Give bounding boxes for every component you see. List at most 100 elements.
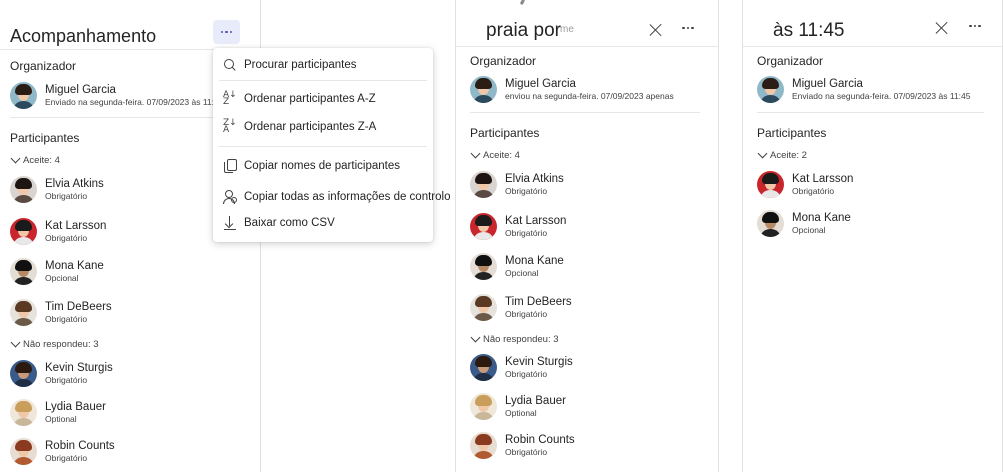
avatar — [470, 294, 497, 321]
list-item[interactable]: Elvia Atkins Obrigatório — [10, 176, 104, 203]
list-item[interactable]: Kat Larsson Obrigatório — [10, 218, 106, 245]
list-item[interactable]: Lydia Bauer Optional — [10, 399, 106, 426]
person-sub: Obrigatório — [505, 308, 548, 319]
avatar — [10, 82, 37, 109]
person-sub: Obrigatório — [505, 368, 548, 379]
person-sub: Obrigatório — [505, 227, 548, 238]
tracking-panel-3: às 11:45 Organizador Miguel Garcia Enviad… — [742, 0, 1003, 472]
more-options-button[interactable] — [676, 18, 700, 38]
avatar — [10, 399, 37, 426]
close-button[interactable] — [932, 18, 952, 38]
participants-label: Participantes — [757, 126, 827, 140]
menu-item-download-csv[interactable]: Baixar como CSV — [213, 212, 433, 234]
person-name: Mona Kane — [505, 254, 564, 267]
menu-item-copy-names[interactable]: Copiar nomes de participantes — [213, 155, 433, 177]
group-toggle-accepted[interactable]: Aceite: 2 — [757, 148, 807, 161]
avatar — [470, 354, 497, 381]
list-item[interactable]: Mona Kane Opcional — [10, 258, 104, 285]
person-name: Elvia Atkins — [505, 172, 564, 185]
participants-label: Participantes — [10, 131, 80, 145]
menu-divider — [219, 146, 427, 147]
person-name: Miguel Garcia — [505, 77, 576, 90]
download-icon — [223, 216, 237, 231]
organizer-row[interactable]: Miguel Garcia Enviado na segunda-feira. 0… — [10, 82, 231, 109]
header-divider — [743, 46, 1002, 47]
person-name: Mona Kane — [45, 259, 104, 272]
menu-item-label: Ordenar participantes Z-A — [244, 121, 377, 133]
section-divider — [757, 112, 984, 113]
avatar — [470, 76, 497, 103]
chevron-down-icon — [470, 148, 481, 159]
list-item[interactable]: Tim DeBeers Obrigatório — [10, 299, 112, 326]
person-name: Robin Counts — [505, 433, 575, 446]
person-name: Lydia Bauer — [505, 394, 566, 407]
person-sub: Opcional — [45, 272, 79, 283]
section-divider — [470, 112, 700, 113]
list-item[interactable]: Lydia Bauer Optional — [470, 393, 566, 420]
list-item[interactable]: Kevin Sturgis Obrigatório — [10, 360, 113, 387]
chevron-down-icon — [10, 337, 21, 348]
person-sub: Enviado na segunda-feira. 07/09/2023 às … — [45, 96, 232, 107]
group-label: Aceite: 4 — [23, 155, 60, 166]
menu-item-copy-all-info[interactable]: Copiar todas as informações de controlo — [213, 186, 450, 208]
menu-item-search-participants[interactable]: Procurar participantes — [213, 54, 433, 76]
person-name: Kevin Sturgis — [505, 355, 573, 368]
organizer-label: Organizador — [10, 59, 77, 73]
header-divider — [456, 46, 718, 47]
group-toggle-no-response[interactable]: Não respondeu: 3 — [470, 332, 559, 345]
avatar — [470, 213, 497, 240]
list-item[interactable]: Elvia Atkins Obrigatório — [470, 171, 564, 198]
avatar — [10, 299, 37, 326]
person-name: Miguel Garcia — [45, 83, 116, 96]
person-sub: Obrigatório — [45, 313, 88, 324]
list-item[interactable]: Kat Larsson Obrigatório — [470, 213, 566, 240]
person-name: Robin Counts — [45, 439, 115, 452]
list-item[interactable]: Tim DeBeers Obrigatório — [470, 294, 572, 321]
person-name: Tim DeBeers — [45, 300, 112, 313]
person-sub: Obrigatório — [505, 446, 548, 457]
menu-item-sort-za[interactable]: Z↓ A Ordenar participantes Z-A — [213, 116, 433, 138]
tracking-panel-2: praia por me Organizador Miguel Garcia en… — [455, 0, 719, 472]
person-name: Miguel Garcia — [792, 77, 863, 90]
section-divider — [10, 117, 242, 118]
menu-item-label: Ordenar participantes A-Z — [244, 93, 376, 105]
group-toggle-no-response[interactable]: Não respondeu: 3 — [10, 337, 99, 350]
list-item[interactable]: Kevin Sturgis Obrigatório — [470, 354, 573, 381]
more-icon — [220, 30, 233, 34]
person-name: Kevin Sturgis — [45, 361, 113, 374]
more-options-button[interactable] — [213, 20, 240, 44]
search-icon — [223, 58, 237, 72]
avatar — [757, 76, 784, 103]
person-sub: Obrigatório — [505, 185, 548, 196]
panel-title: praia por — [486, 20, 561, 41]
person-name: Kat Larsson — [792, 172, 854, 185]
group-label: Não respondeu: 3 — [483, 334, 559, 345]
menu-item-label: Baixar como CSV — [244, 217, 335, 229]
organizer-row[interactable]: Miguel Garcia enviou na segunda-feira. 07… — [470, 76, 674, 103]
menu-item-label: Procurar participantes — [244, 59, 357, 71]
avatar — [10, 218, 37, 245]
avatar — [757, 171, 784, 198]
person-sub: Obrigatório — [45, 232, 88, 243]
group-toggle-accepted[interactable]: Aceite: 4 — [10, 153, 60, 166]
avatar — [470, 393, 497, 420]
group-toggle-accepted[interactable]: Aceite: 4 — [470, 148, 520, 161]
person-sub: Obrigatório — [792, 185, 835, 196]
organizer-label: Organizador — [470, 54, 537, 68]
person-sub: Optional — [45, 413, 77, 424]
more-options-button[interactable] — [963, 16, 987, 36]
menu-item-label: Copiar todas as informações de controlo — [244, 191, 451, 203]
organizer-label: Organizador — [757, 54, 824, 68]
person-name: Kat Larsson — [505, 214, 567, 227]
organizer-row[interactable]: Miguel Garcia Enviado na segunda-feira. 0… — [757, 76, 970, 103]
list-item[interactable]: Mona Kane Opcional — [470, 253, 564, 280]
list-item[interactable]: Robin Counts Obrigatório — [10, 438, 115, 465]
list-item[interactable]: Kat Larsson Obrigatório — [757, 171, 853, 198]
menu-item-sort-az[interactable]: A↓ Z Ordenar participantes A-Z — [213, 88, 433, 110]
close-icon — [649, 23, 663, 37]
person-name: Elvia Atkins — [45, 177, 104, 190]
list-item[interactable]: Robin Counts Obrigatório — [470, 432, 575, 459]
avatar — [470, 253, 497, 280]
list-item[interactable]: Mona Kane Opcional — [757, 210, 851, 237]
close-button[interactable] — [646, 20, 666, 40]
